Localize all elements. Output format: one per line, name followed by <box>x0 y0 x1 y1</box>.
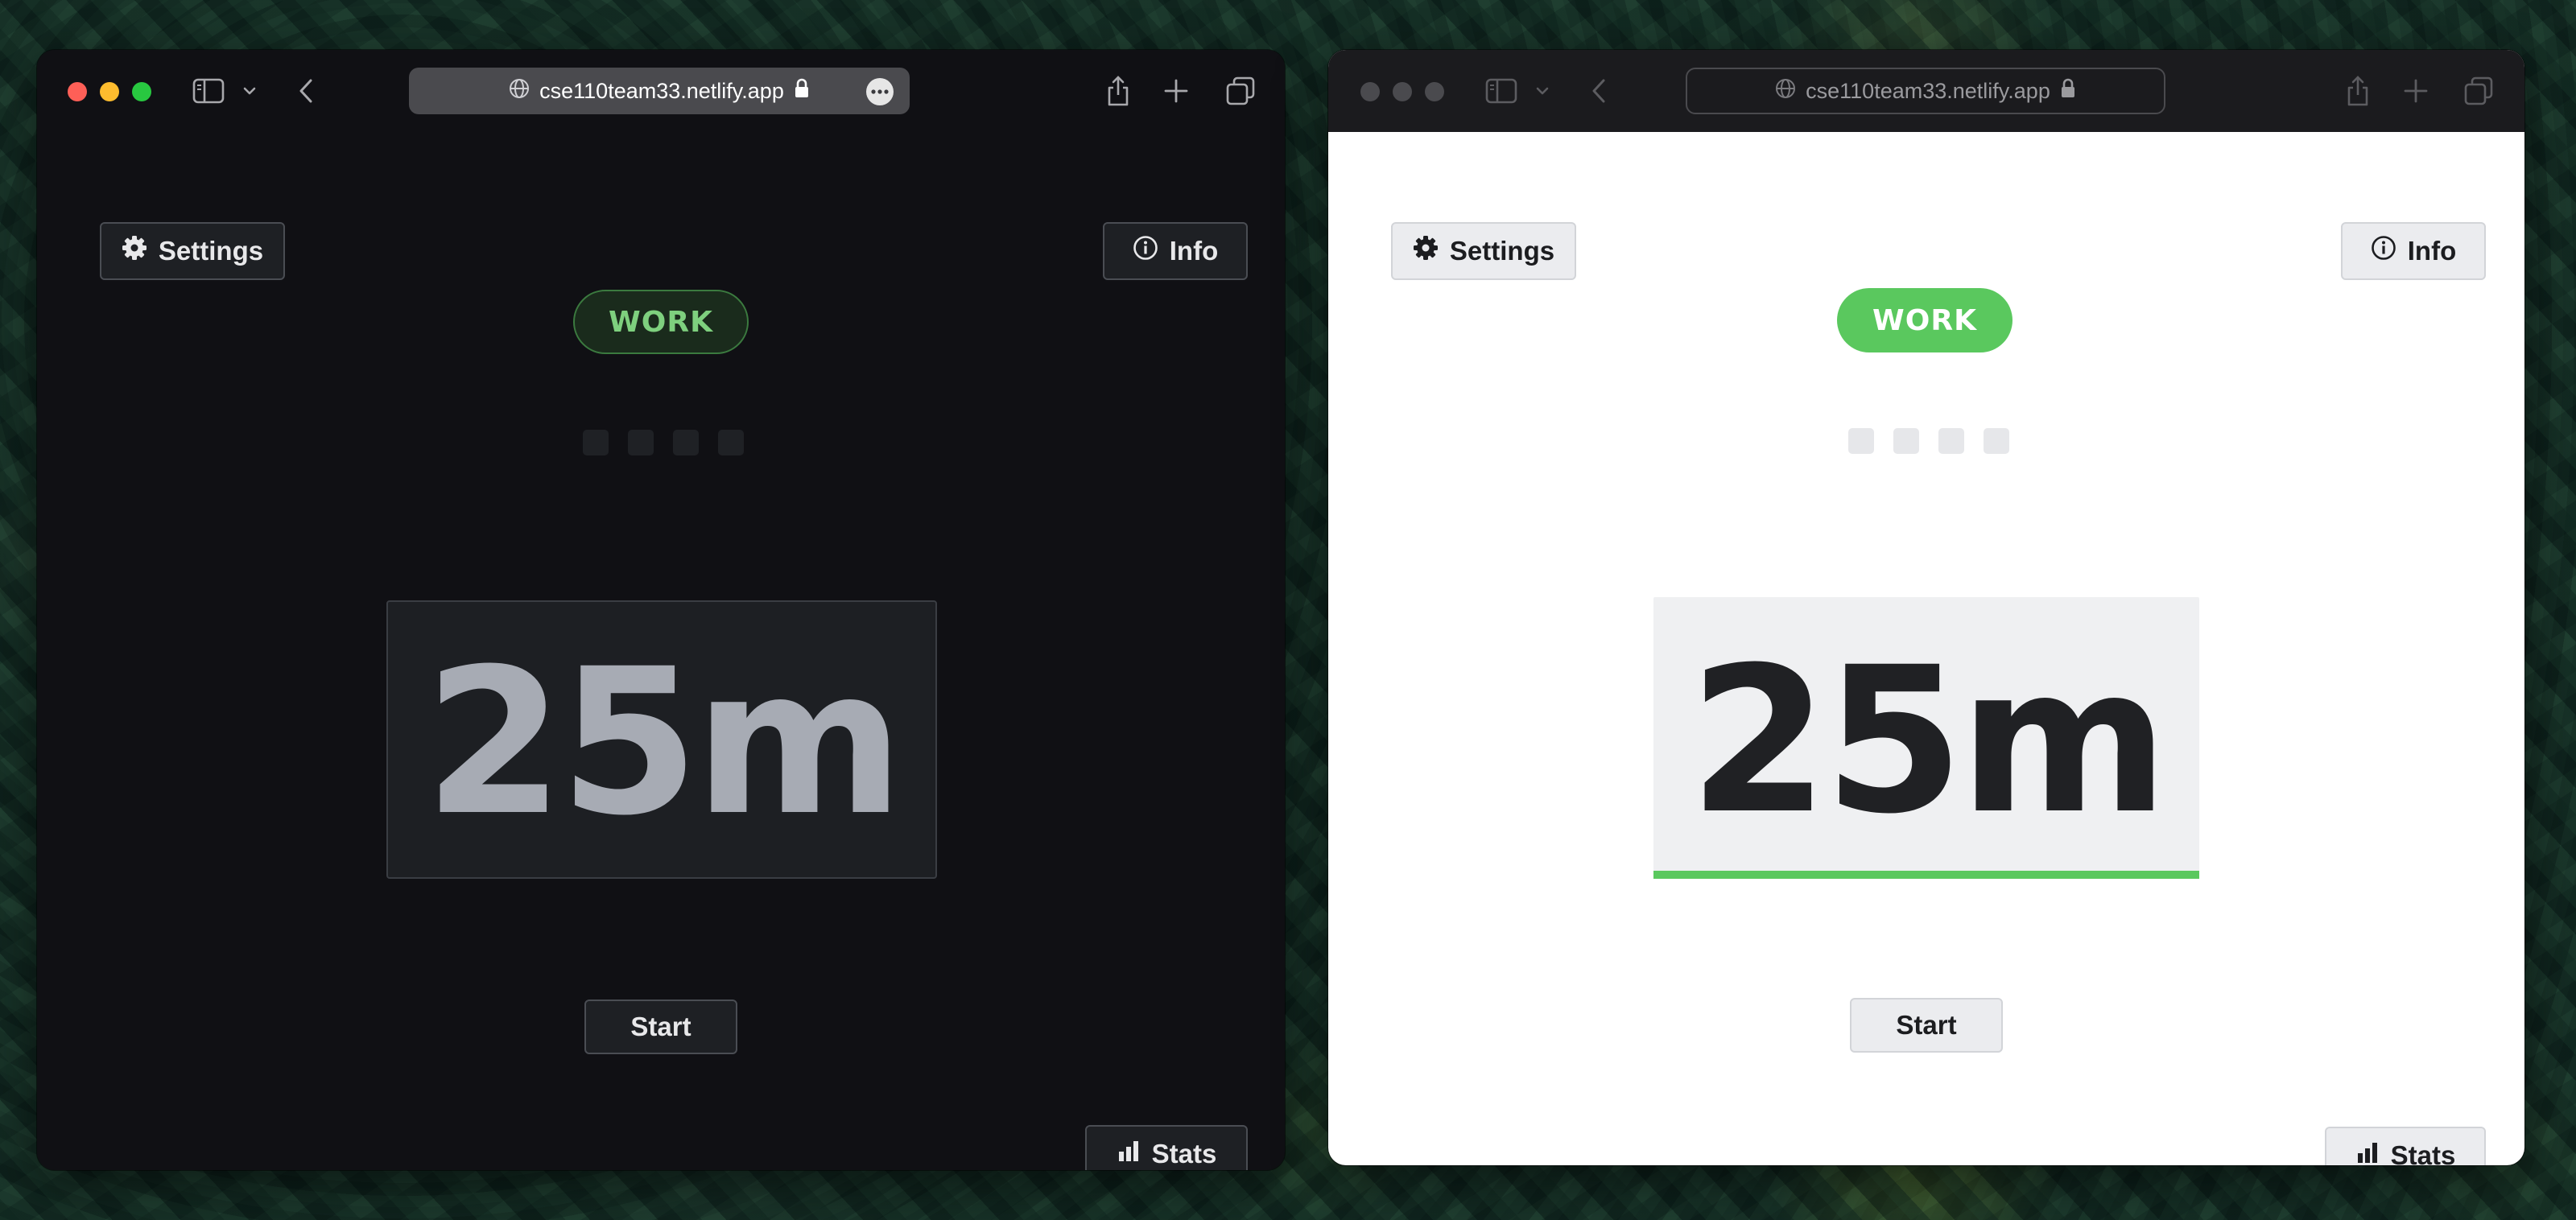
session-dot <box>1984 428 2009 454</box>
close-window-button[interactable] <box>1360 82 1380 101</box>
globe-icon <box>509 78 530 105</box>
lock-icon <box>794 78 810 105</box>
settings-button[interactable]: Settings <box>1391 222 1576 280</box>
session-dot <box>673 430 699 455</box>
start-button[interactable]: Start <box>1850 998 2003 1053</box>
stats-label: Stats <box>1151 1139 1217 1168</box>
info-icon <box>2371 235 2396 267</box>
timer-text: 25m <box>1688 624 2169 858</box>
mode-badge[interactable]: WORK <box>573 290 749 354</box>
settings-label: Settings <box>158 236 264 266</box>
session-dot <box>1938 428 1964 454</box>
session-dot <box>1848 428 1874 454</box>
start-label: Start <box>630 1012 691 1041</box>
back-icon[interactable] <box>295 77 317 105</box>
zoom-window-button[interactable] <box>1425 82 1444 101</box>
gear-icon <box>1413 235 1439 267</box>
sidebar-icon[interactable] <box>1484 77 1518 105</box>
stats-button[interactable]: Stats <box>2325 1127 2486 1165</box>
browser-toolbar: cse110team33.netlify.app <box>1328 50 2524 132</box>
session-indicators <box>1848 428 2009 454</box>
bar-chart-icon <box>1117 1139 1141 1169</box>
back-icon[interactable] <box>1587 77 1610 105</box>
start-button[interactable]: Start <box>584 999 737 1054</box>
session-dot <box>1893 428 1919 454</box>
bar-chart-icon <box>2355 1140 2380 1165</box>
mode-badge[interactable]: WORK <box>1837 288 2013 352</box>
address-bar[interactable]: cse110team33.netlify.app <box>1686 68 2165 114</box>
pomodoro-app: Settings Info WORK 25m Start Stats <box>37 132 1285 1170</box>
stats-button[interactable]: Stats <box>1085 1125 1248 1170</box>
new-tab-icon[interactable] <box>1162 77 1190 105</box>
share-icon[interactable] <box>2344 74 2372 108</box>
tab-overview-icon[interactable] <box>1225 76 1256 106</box>
session-dot <box>718 430 744 455</box>
url-text: cse110team33.netlify.app <box>1806 78 2050 103</box>
timer-text: 25m <box>423 625 904 859</box>
more-icon[interactable] <box>866 78 894 105</box>
info-button[interactable]: Info <box>2341 222 2486 280</box>
start-label: Start <box>1896 1010 1957 1040</box>
minimize-window-button[interactable] <box>1393 82 1412 101</box>
address-bar[interactable]: cse110team33.netlify.app <box>409 68 910 114</box>
timer-progress-bar <box>1653 871 2199 879</box>
settings-label: Settings <box>1449 236 1555 266</box>
info-icon <box>1133 235 1158 267</box>
close-window-button[interactable] <box>68 82 87 101</box>
info-label: Info <box>2407 236 2457 266</box>
pomodoro-app: Settings Info WORK 25m Start Stats <box>1328 132 2524 1165</box>
browser-window-light: cse110team33.netlify.app Settings Info W… <box>1328 50 2524 1165</box>
stats-label: Stats <box>2390 1140 2456 1165</box>
session-dot <box>628 430 654 455</box>
new-tab-icon[interactable] <box>2402 77 2429 105</box>
gear-icon <box>122 235 147 267</box>
lock-icon <box>2060 78 2076 105</box>
url-text: cse110team33.netlify.app <box>539 78 784 103</box>
timer-display: 25m <box>1653 597 2199 879</box>
share-icon[interactable] <box>1104 74 1132 108</box>
sidebar-icon[interactable] <box>192 77 225 105</box>
info-button[interactable]: Info <box>1103 222 1248 280</box>
minimize-window-button[interactable] <box>100 82 119 101</box>
settings-button[interactable]: Settings <box>100 222 285 280</box>
globe-icon <box>1775 78 1796 105</box>
session-indicators <box>583 430 744 455</box>
session-dot <box>583 430 609 455</box>
browser-window-dark: cse110team33.netlify.app Settings Info W… <box>37 50 1285 1170</box>
timer-progress-fill <box>1653 871 2199 879</box>
timer-display: 25m <box>386 600 937 879</box>
browser-toolbar: cse110team33.netlify.app <box>37 50 1285 132</box>
chevron-down-icon[interactable] <box>1534 84 1550 98</box>
zoom-window-button[interactable] <box>132 82 151 101</box>
info-label: Info <box>1169 236 1219 266</box>
tab-overview-icon[interactable] <box>2463 76 2494 106</box>
chevron-down-icon[interactable] <box>242 84 258 98</box>
